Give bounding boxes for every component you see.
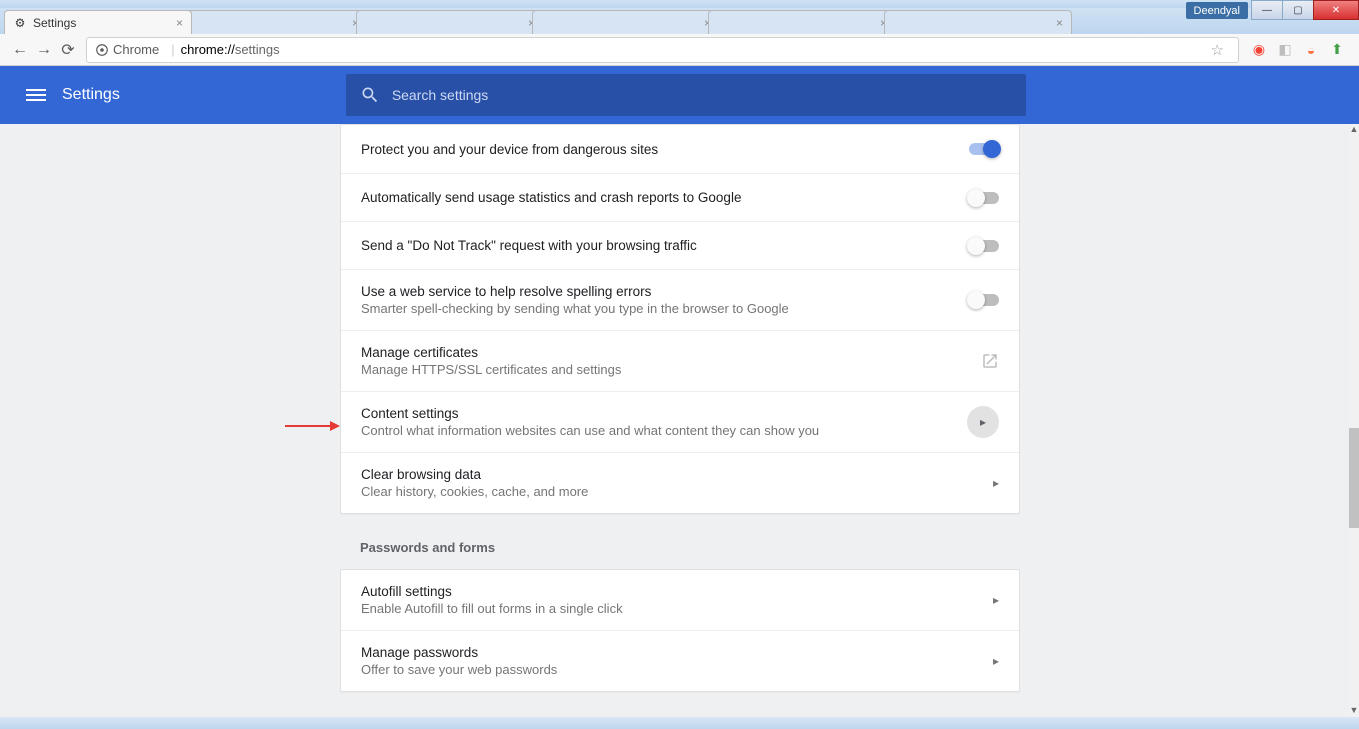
section-title-passwords: Passwords and forms xyxy=(360,540,1020,555)
tab-close-icon[interactable]: × xyxy=(1056,16,1063,30)
row-label: Protect you and your device from dangero… xyxy=(361,142,959,157)
row-text: Autofill settings Enable Autofill to fill… xyxy=(361,584,959,616)
page-icon xyxy=(365,16,379,30)
page-icon xyxy=(717,16,731,30)
toggle-switch[interactable] xyxy=(969,143,999,155)
page-title: Settings xyxy=(62,86,120,104)
row-text: Send a "Do Not Track" request with your … xyxy=(361,238,959,253)
privacy-row[interactable]: Manage certificates Manage HTTPS/SSL cert… xyxy=(341,330,1019,391)
passwords-row[interactable]: Autofill settings Enable Autofill to fill… xyxy=(341,570,1019,630)
forward-button[interactable]: → xyxy=(32,38,56,62)
tab-background[interactable]: × xyxy=(884,10,1072,34)
row-text: Manage passwords Offer to save your web p… xyxy=(361,645,959,677)
passwords-card: Autofill settings Enable Autofill to fill… xyxy=(340,569,1020,692)
tab-background[interactable]: × xyxy=(180,10,368,34)
passwords-row[interactable]: Manage passwords Offer to save your web p… xyxy=(341,630,1019,691)
tab-background[interactable]: × xyxy=(356,10,544,34)
security-chip: Chrome xyxy=(95,42,159,57)
external-link-icon[interactable] xyxy=(981,352,999,370)
row-label: Autofill settings xyxy=(361,584,959,599)
toggle-switch[interactable] xyxy=(969,240,999,252)
scroll-thumb[interactable] xyxy=(1349,428,1359,528)
row-text: Content settings Control what information… xyxy=(361,406,959,438)
settings-header: Settings xyxy=(0,66,1359,124)
scroll-up-icon[interactable]: ▲ xyxy=(1349,124,1359,136)
row-sublabel: Manage HTTPS/SSL certificates and settin… xyxy=(361,362,959,377)
chevron-right-icon[interactable]: ▸ xyxy=(993,476,999,490)
window-controls: Deendyal — ▢ ✕ xyxy=(1186,0,1359,20)
tab-close-icon[interactable]: × xyxy=(176,16,183,30)
separator: | xyxy=(171,42,174,57)
reload-button[interactable]: ⟳ xyxy=(56,38,80,62)
extension-icons: ◉ ◧ ◒ ⬆ xyxy=(1245,42,1351,58)
maximize-button[interactable]: ▢ xyxy=(1282,0,1314,20)
chrome-dino-icon xyxy=(95,43,109,57)
toggle-switch[interactable] xyxy=(969,192,999,204)
extension-icon[interactable]: ◒ xyxy=(1303,42,1319,58)
privacy-row[interactable]: Use a web service to help resolve spelli… xyxy=(341,269,1019,330)
privacy-row[interactable]: Automatically send usage statistics and … xyxy=(341,173,1019,221)
titlebar xyxy=(0,0,1359,8)
settings-search[interactable] xyxy=(346,74,1026,116)
privacy-row[interactable]: Clear browsing data Clear history, cookie… xyxy=(341,452,1019,513)
row-label: Manage passwords xyxy=(361,645,959,660)
row-label: Clear browsing data xyxy=(361,467,959,482)
row-label: Send a "Do Not Track" request with your … xyxy=(361,238,959,253)
bookmark-star-icon[interactable]: ☆ xyxy=(1211,41,1224,59)
page-icon xyxy=(893,16,907,30)
row-label: Manage certificates xyxy=(361,345,959,360)
close-button[interactable]: ✕ xyxy=(1313,0,1359,20)
back-button[interactable]: ← xyxy=(8,38,32,62)
row-sublabel: Enable Autofill to fill out forms in a s… xyxy=(361,601,959,616)
row-text: Manage certificates Manage HTTPS/SSL cert… xyxy=(361,345,959,377)
toggle-switch[interactable] xyxy=(969,294,999,306)
menu-icon[interactable] xyxy=(26,86,46,104)
toolbar: ← → ⟳ Chrome | chrome://settings ☆ ◉ ◧ ◒… xyxy=(0,34,1359,66)
content: Protect you and your device from dangero… xyxy=(0,124,1349,717)
row-label: Use a web service to help resolve spelli… xyxy=(361,284,959,299)
tab-title: Settings xyxy=(33,16,76,30)
search-input[interactable] xyxy=(392,87,1012,103)
omnibox[interactable]: Chrome | chrome://settings ☆ xyxy=(86,37,1239,63)
taskbar-sliver xyxy=(0,717,1359,729)
row-text: Protect you and your device from dangero… xyxy=(361,142,959,157)
url-text: chrome://settings xyxy=(181,42,1211,57)
row-text: Clear browsing data Clear history, cookie… xyxy=(361,467,959,499)
extension-icon[interactable]: ◧ xyxy=(1277,42,1293,58)
row-sublabel: Clear history, cookies, cache, and more xyxy=(361,484,959,499)
row-sublabel: Smarter spell-checking by sending what y… xyxy=(361,301,959,316)
privacy-row[interactable]: Protect you and your device from dangero… xyxy=(341,125,1019,173)
row-label: Content settings xyxy=(361,406,959,421)
privacy-row[interactable]: Content settings Control what information… xyxy=(341,391,1019,452)
user-chip[interactable]: Deendyal xyxy=(1186,2,1248,19)
chevron-right-icon[interactable]: ▸ xyxy=(993,593,999,607)
annotation-arrow xyxy=(285,419,340,433)
tab-settings[interactable]: ⚙ Settings × xyxy=(4,10,192,34)
tab-background[interactable]: × xyxy=(532,10,720,34)
adblock-icon[interactable]: ◉ xyxy=(1251,42,1267,58)
extension-icon[interactable]: ⬆ xyxy=(1329,42,1345,58)
row-text: Automatically send usage statistics and … xyxy=(361,190,959,205)
row-sublabel: Offer to save your web passwords xyxy=(361,662,959,677)
privacy-card: Protect you and your device from dangero… xyxy=(340,124,1020,514)
chevron-right-icon[interactable]: ▸ xyxy=(993,654,999,668)
minimize-button[interactable]: — xyxy=(1251,0,1283,20)
row-label: Automatically send usage statistics and … xyxy=(361,190,959,205)
tab-strip: ⚙ Settings × × × × × × xyxy=(0,8,1359,34)
row-text: Use a web service to help resolve spelli… xyxy=(361,284,959,316)
tab-background[interactable]: × xyxy=(708,10,896,34)
scroll-down-icon[interactable]: ▼ xyxy=(1349,705,1359,717)
chevron-right-icon[interactable]: ▸ xyxy=(967,406,999,438)
page-icon xyxy=(541,16,555,30)
search-icon xyxy=(360,85,380,105)
privacy-row[interactable]: Send a "Do Not Track" request with your … xyxy=(341,221,1019,269)
row-sublabel: Control what information websites can us… xyxy=(361,423,959,438)
vertical-scrollbar[interactable]: ▲ ▼ xyxy=(1349,124,1359,717)
gear-icon: ⚙ xyxy=(13,16,27,30)
